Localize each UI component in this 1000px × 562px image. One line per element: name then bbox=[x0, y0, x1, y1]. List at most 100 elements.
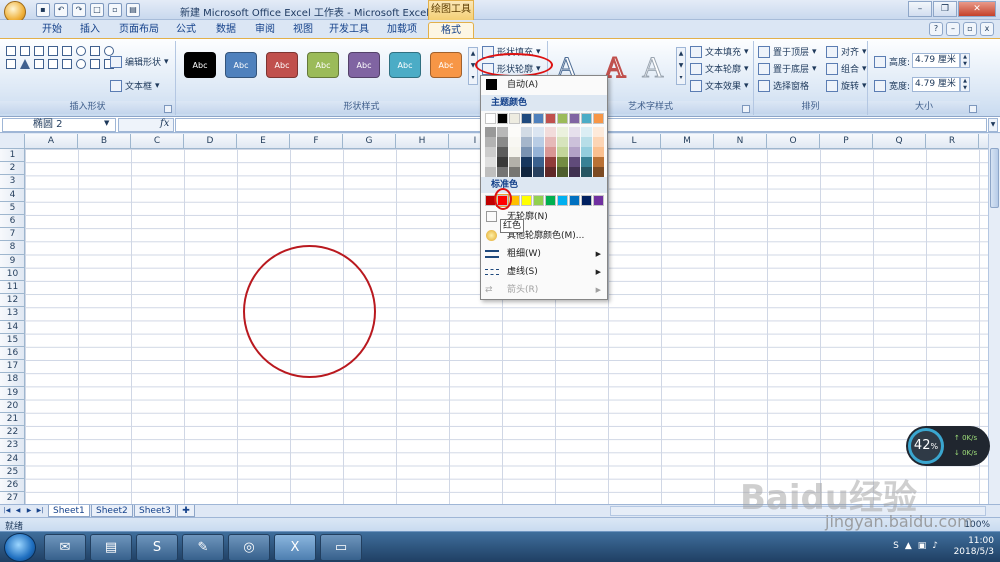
theme-shade-swatch[interactable] bbox=[533, 127, 544, 137]
shape-style-swatch[interactable]: Abc bbox=[184, 52, 216, 78]
selected-circle-shape[interactable] bbox=[243, 245, 376, 378]
row-header[interactable]: 15 bbox=[0, 334, 25, 347]
theme-shade-swatch[interactable] bbox=[485, 157, 496, 167]
theme-color-swatch[interactable] bbox=[533, 113, 544, 124]
row-header[interactable]: 12 bbox=[0, 294, 25, 308]
shape-brace-icon[interactable] bbox=[48, 59, 58, 69]
theme-color-swatch[interactable] bbox=[569, 113, 580, 124]
column-header[interactable]: C bbox=[131, 134, 184, 149]
shape-arrow-icon[interactable] bbox=[62, 59, 72, 69]
shape-textbox-icon[interactable] bbox=[6, 46, 16, 56]
theme-shade-swatch[interactable] bbox=[545, 127, 556, 137]
column-header[interactable]: O bbox=[767, 134, 820, 149]
close-button[interactable]: ✕ bbox=[958, 1, 996, 17]
standard-color-swatch[interactable] bbox=[545, 195, 556, 206]
taskbar-app-wechat-icon[interactable]: ◎ bbox=[228, 534, 270, 561]
theme-shade-swatch[interactable] bbox=[497, 167, 508, 177]
theme-shade-swatch[interactable] bbox=[485, 167, 496, 177]
tab-format[interactable]: 格式 bbox=[428, 22, 474, 38]
theme-shade-swatch[interactable] bbox=[569, 167, 580, 177]
row-header[interactable]: 27 bbox=[0, 492, 25, 504]
column-header[interactable]: E bbox=[237, 134, 290, 149]
undo-icon[interactable]: ↶ bbox=[54, 3, 68, 17]
shape-style-swatch[interactable]: Abc bbox=[307, 52, 339, 78]
standard-color-swatch[interactable] bbox=[569, 195, 580, 206]
name-box-dropdown-icon[interactable]: ▼ bbox=[104, 119, 109, 127]
menu-item-dashes[interactable]: 虚线(S) ▶ bbox=[481, 263, 607, 281]
row-header[interactable]: 26 bbox=[0, 479, 25, 493]
wordart-gallery-scroll[interactable]: ▲ ▼ ▾ bbox=[676, 47, 686, 85]
standard-color-swatch[interactable] bbox=[521, 195, 532, 206]
taskbar-app-qq-mail-icon[interactable]: ✉ bbox=[44, 534, 86, 561]
row-header[interactable]: 11 bbox=[0, 281, 25, 295]
theme-shade-swatch[interactable] bbox=[521, 137, 532, 147]
shape-oval-icon[interactable] bbox=[76, 59, 86, 69]
theme-shade-swatch[interactable] bbox=[581, 127, 592, 137]
row-header[interactable]: 17 bbox=[0, 360, 25, 374]
menu-item-weight[interactable]: 粗细(W) ▶ bbox=[481, 245, 607, 263]
theme-shade-swatch[interactable] bbox=[569, 127, 580, 137]
dialog-launcher-icon[interactable] bbox=[164, 105, 172, 113]
theme-shade-swatch[interactable] bbox=[533, 167, 544, 177]
text-effects-button[interactable]: 文本效果 ▾ bbox=[690, 79, 749, 92]
theme-shade-swatch[interactable] bbox=[533, 137, 544, 147]
name-box[interactable]: 椭圆 2 bbox=[2, 118, 116, 132]
theme-shade-swatch[interactable] bbox=[509, 147, 520, 157]
shape-style-swatch[interactable]: Abc bbox=[430, 52, 462, 78]
row-header[interactable]: 14 bbox=[0, 321, 25, 334]
restore-ribbon-icon[interactable]: ▫ bbox=[963, 22, 977, 36]
volume-icon[interactable]: ♪ bbox=[932, 541, 938, 551]
height-spinner[interactable]: ▲ ▼ bbox=[960, 53, 970, 68]
text-fill-button[interactable]: 文本填充 ▾ bbox=[690, 45, 749, 58]
theme-shade-swatch[interactable] bbox=[569, 157, 580, 167]
height-input[interactable]: 4.79 厘米 bbox=[912, 53, 960, 68]
theme-shade-swatch[interactable] bbox=[521, 127, 532, 137]
theme-shade-swatch[interactable] bbox=[545, 137, 556, 147]
tab-data[interactable]: 数据 bbox=[208, 22, 244, 38]
dialog-launcher-icon[interactable] bbox=[969, 105, 977, 113]
column-header[interactable]: D bbox=[184, 134, 237, 149]
row-header[interactable]: 10 bbox=[0, 268, 25, 281]
shape-arrow-icon[interactable] bbox=[48, 46, 58, 56]
open-icon[interactable]: ▫ bbox=[108, 3, 122, 17]
theme-shade-swatch[interactable] bbox=[545, 157, 556, 167]
selection-pane-button[interactable]: 选择窗格 bbox=[758, 79, 809, 92]
select-all-corner[interactable] bbox=[0, 134, 25, 149]
theme-shade-swatch[interactable] bbox=[497, 157, 508, 167]
row-header[interactable]: 21 bbox=[0, 413, 25, 427]
tab-view[interactable]: 视图 bbox=[286, 22, 320, 38]
last-sheet-icon[interactable]: ▶| bbox=[35, 506, 45, 516]
column-header[interactable]: Q bbox=[873, 134, 926, 149]
theme-shade-swatch[interactable] bbox=[485, 127, 496, 137]
theme-shade-swatch[interactable] bbox=[545, 147, 556, 157]
next-sheet-icon[interactable]: ▶ bbox=[24, 506, 34, 516]
theme-shade-swatch[interactable] bbox=[593, 167, 604, 177]
shape-style-swatch[interactable]: Abc bbox=[348, 52, 380, 78]
shape-rect-icon[interactable] bbox=[90, 46, 100, 56]
print-icon[interactable]: ▤ bbox=[126, 3, 140, 17]
send-to-back-button[interactable]: 置于底层 ▾ bbox=[758, 62, 817, 75]
redo-icon[interactable]: ↷ bbox=[72, 3, 86, 17]
bring-to-front-button[interactable]: 置于顶层 ▾ bbox=[758, 45, 817, 58]
scroll-thumb[interactable] bbox=[990, 148, 999, 208]
minimize-button[interactable]: – bbox=[908, 1, 932, 17]
taskbar-app-explorer-icon[interactable]: ▤ bbox=[90, 534, 132, 561]
theme-shade-swatch[interactable] bbox=[533, 157, 544, 167]
tab-add-ins[interactable]: 加载项 bbox=[380, 22, 424, 38]
row-header[interactable]: 2 bbox=[0, 162, 25, 176]
row-header[interactable]: 24 bbox=[0, 453, 25, 466]
taskbar-app-paint-icon[interactable]: ✎ bbox=[182, 534, 224, 561]
taskbar-app-excel-icon[interactable]: X bbox=[274, 534, 316, 561]
sheet-tab-1[interactable]: Sheet1 bbox=[48, 505, 90, 517]
new-icon[interactable]: □ bbox=[90, 3, 104, 17]
row-header[interactable]: 9 bbox=[0, 255, 25, 268]
theme-shade-swatch[interactable] bbox=[485, 147, 496, 157]
theme-color-swatch[interactable] bbox=[545, 113, 556, 124]
theme-shade-swatch[interactable] bbox=[557, 127, 568, 137]
theme-shade-swatch[interactable] bbox=[581, 157, 592, 167]
align-button[interactable]: 对齐 ▾ bbox=[826, 45, 867, 58]
width-spinner[interactable]: ▲ ▼ bbox=[960, 77, 970, 92]
theme-shade-swatch[interactable] bbox=[509, 157, 520, 167]
row-header[interactable]: 4 bbox=[0, 189, 25, 202]
shape-style-swatch[interactable]: Abc bbox=[389, 52, 421, 78]
